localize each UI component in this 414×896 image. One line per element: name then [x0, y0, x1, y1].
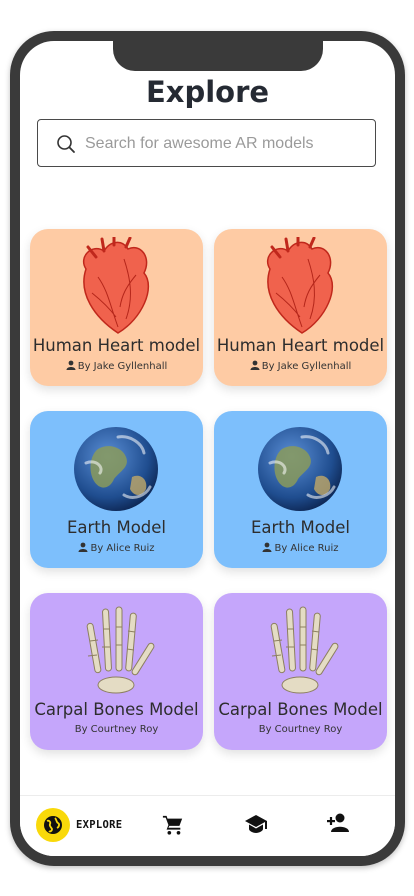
card-title: Earth Model [250, 518, 351, 537]
author-name: By Jake Gyllenhall [261, 361, 352, 372]
add-person-icon [327, 813, 349, 832]
author-name: By Jake Gyllenhall [77, 361, 168, 372]
search-bar[interactable] [37, 119, 376, 168]
person-icon [78, 542, 88, 552]
earth-image [258, 427, 342, 511]
graduation-cap-icon [245, 815, 267, 833]
model-card-carpal-bones[interactable]: Carpal Bones Model By Courtney Roy [214, 593, 387, 750]
nav-learn[interactable] [244, 813, 268, 849]
nav-explore-label: EXPLORE [76, 819, 123, 831]
card-title: Human Heart model [216, 336, 385, 355]
card-title: Human Heart model [32, 336, 201, 355]
page-title: Explore [145, 75, 270, 109]
model-card-earth[interactable]: Earth Model By Alice Ruiz [214, 411, 387, 568]
cart-icon [162, 815, 183, 835]
card-author: By Courtney Roy [258, 724, 343, 735]
author-name: By Alice Ruiz [274, 543, 339, 554]
model-card-heart[interactable]: Human Heart model By Jake Gyllenhall [30, 229, 203, 386]
search-icon [57, 135, 75, 153]
model-card-earth[interactable]: Earth Model By Alice Ruiz [30, 411, 203, 568]
card-author: By Courtney Roy [74, 724, 159, 735]
card-title: Carpal Bones Model [218, 700, 383, 719]
person-icon [250, 360, 260, 370]
heart-image [267, 237, 333, 334]
nav-add-user[interactable] [326, 812, 350, 848]
bottom-nav: EXPLORE [20, 795, 395, 856]
card-title: Carpal Bones Model [34, 700, 199, 719]
card-author: By Alice Ruiz [214, 542, 387, 554]
hand-bones-image [86, 606, 155, 694]
card-author: By Jake Gyllenhall [30, 360, 203, 372]
phone-frame: Explore Human Heart model By Jake Gyllen… [10, 31, 405, 866]
heart-image [83, 237, 149, 334]
nav-cart[interactable] [162, 814, 184, 850]
globe-icon [44, 816, 62, 834]
card-author: By Alice Ruiz [30, 542, 203, 554]
model-card-heart[interactable]: Human Heart model By Jake Gyllenhall [214, 229, 387, 386]
app-screen: Explore Human Heart model By Jake Gyllen… [20, 41, 395, 856]
person-icon [262, 542, 272, 552]
card-title: Earth Model [66, 518, 167, 537]
author-name: By Alice Ruiz [90, 543, 155, 554]
model-card-carpal-bones[interactable]: Carpal Bones Model By Courtney Roy [30, 593, 203, 750]
explore-icon-circle [36, 808, 70, 842]
earth-image [74, 427, 158, 511]
card-author: By Jake Gyllenhall [214, 360, 387, 372]
hand-bones-image [270, 606, 339, 694]
notch [113, 41, 323, 71]
person-icon [66, 360, 76, 370]
search-input[interactable] [83, 120, 367, 168]
